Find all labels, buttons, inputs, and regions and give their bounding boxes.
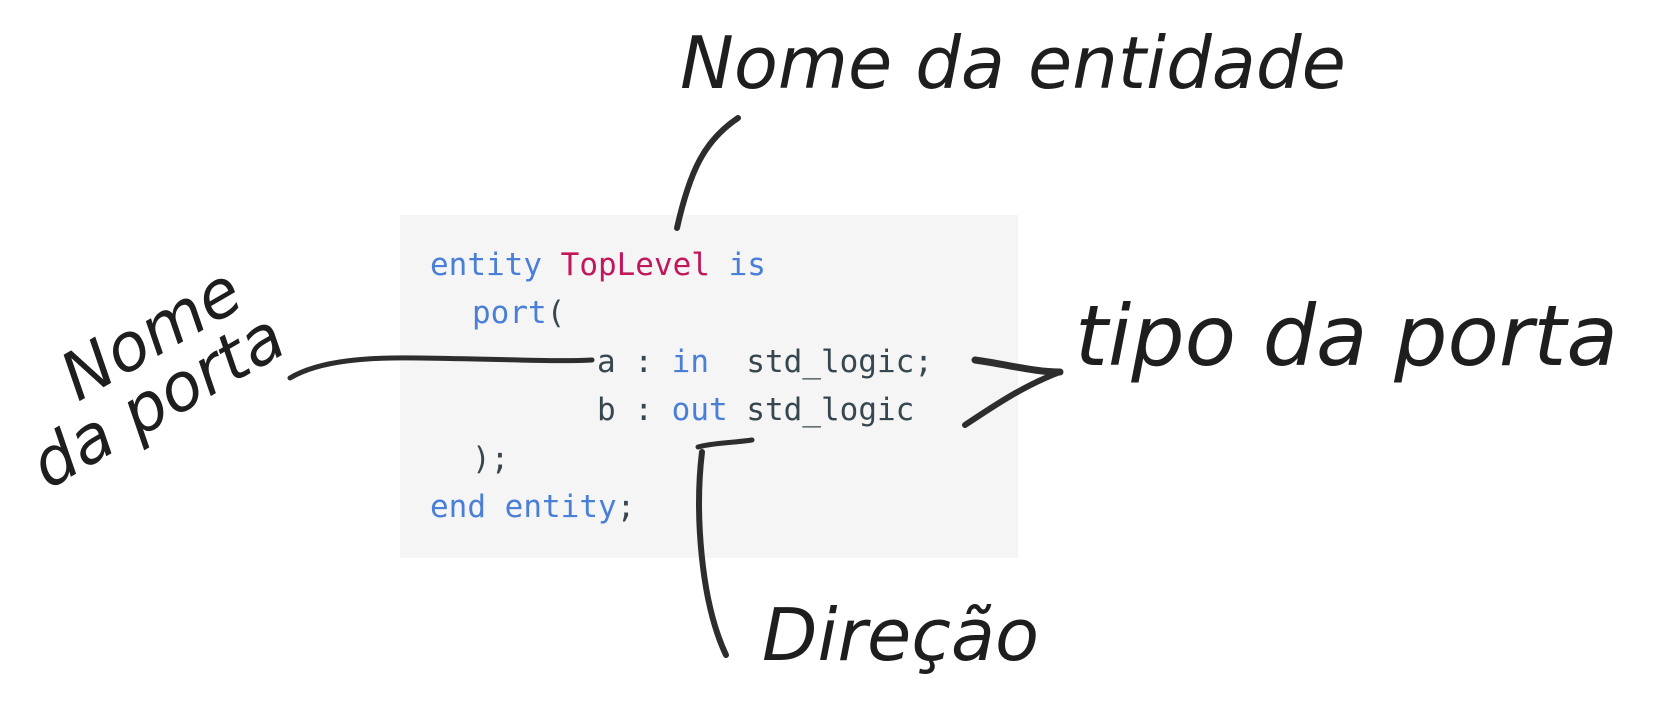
handwritten-annotations: Nome da entidade Nome da porta tipo da p… [18,21,1618,677]
port-type-brace-lower [962,369,1063,428]
annotated-code-diagram: entity TopLevel is port( a : in std_logi… [0,0,1665,709]
port-type-brace-upper [971,356,1064,376]
annotation-port-type: tipo da porta [1075,287,1618,385]
direction-bracket-top [695,437,755,450]
port-name-pointer-stroke [287,355,595,381]
entity-name-pointer-stroke [674,115,741,231]
direction-bracket-stem [696,449,729,658]
annotation-direction: Direção [762,593,1039,677]
annotation-entity-name: Nome da entidade [680,21,1346,105]
